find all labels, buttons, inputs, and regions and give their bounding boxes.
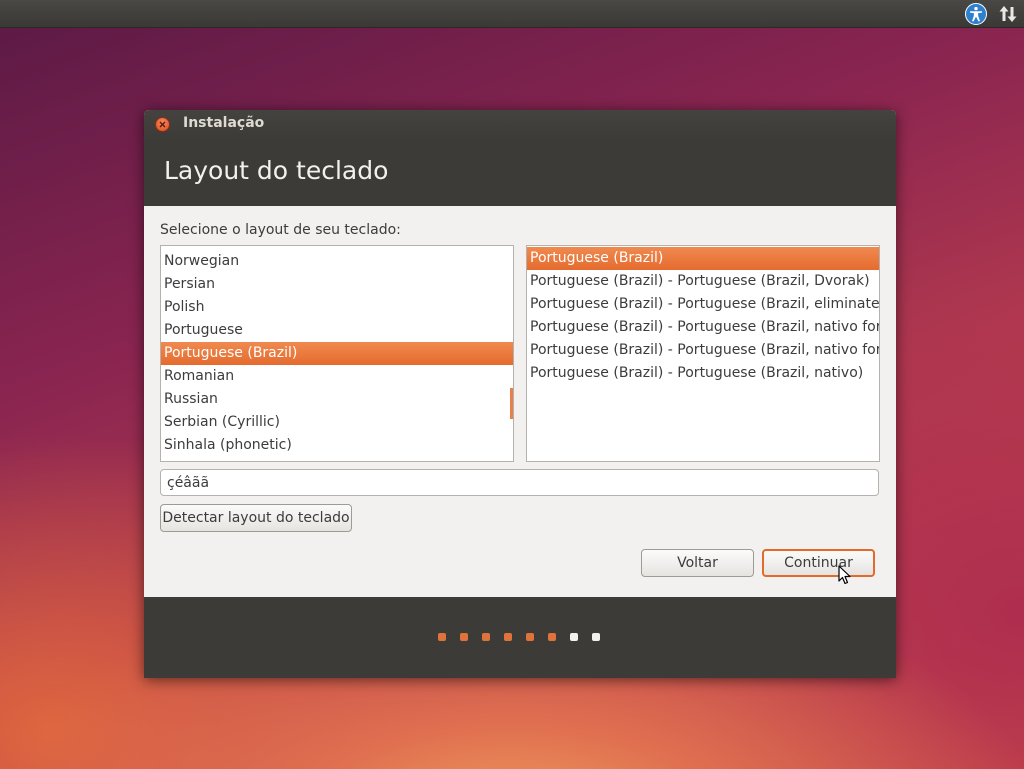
progress-dot <box>482 633 490 641</box>
page-title: Layout do teclado <box>164 156 389 185</box>
layout-list-item[interactable]: Serbian (Cyrillic) <box>161 411 513 434</box>
network-updown-icon[interactable] <box>997 3 1019 25</box>
progress-dot <box>438 633 446 641</box>
progress-dot <box>504 633 512 641</box>
variant-list-item[interactable]: Portuguese (Brazil) - Portuguese (Brazil… <box>527 270 879 293</box>
instruction-label: Selecione o layout de seu teclado: <box>160 222 401 238</box>
top-panel <box>0 0 1024 28</box>
layout-list-scrollbar[interactable] <box>510 388 513 419</box>
progress-dot <box>570 633 578 641</box>
layout-list-item[interactable]: Norwegian <box>161 250 513 273</box>
variant-list-item[interactable]: Portuguese (Brazil) - Portuguese (Brazil… <box>527 362 879 385</box>
layout-list-item[interactable]: Portuguese (Brazil) <box>161 342 513 365</box>
layout-list-item[interactable]: Persian <box>161 273 513 296</box>
variant-list-item[interactable]: Portuguese (Brazil) - Portuguese (Brazil… <box>527 316 879 339</box>
layout-list-item[interactable]: Romanian <box>161 365 513 388</box>
installer-window: Instalação Layout do teclado Selecione o… <box>144 110 896 678</box>
layout-list-item[interactable]: Polish <box>161 296 513 319</box>
variant-list-item[interactable]: Portuguese (Brazil) - Portuguese (Brazil… <box>527 293 879 316</box>
variant-list-item[interactable]: Portuguese (Brazil) <box>527 247 879 270</box>
back-button[interactable]: Voltar <box>641 549 754 577</box>
window-titlebar: Instalação Layout do teclado <box>144 110 896 206</box>
variant-list-item[interactable]: Portuguese (Brazil) - Portuguese (Brazil… <box>527 339 879 362</box>
progress-dot <box>460 633 468 641</box>
progress-dot <box>592 633 600 641</box>
layout-list[interactable]: Norwegian Persian Polish Portuguese Portugue… <box>160 245 514 462</box>
accessibility-icon[interactable] <box>965 3 987 25</box>
progress-dot <box>526 633 534 641</box>
progress-dot <box>548 633 556 641</box>
close-button[interactable] <box>155 117 170 132</box>
detect-layout-button[interactable]: Detectar layout do teclado <box>160 504 352 532</box>
continue-button[interactable]: Continuar <box>762 549 875 577</box>
layout-list-item[interactable]: Russian <box>161 388 513 411</box>
keyboard-test-input[interactable] <box>160 469 879 496</box>
close-icon <box>159 121 166 128</box>
layout-list-item[interactable]: Sinhala (phonetic) <box>161 434 513 457</box>
window-title: Instalação <box>183 115 265 131</box>
variant-list[interactable]: Portuguese (Brazil) Portuguese (Brazil) -… <box>526 245 880 462</box>
progress-footer <box>144 597 896 678</box>
mouse-cursor-icon <box>838 565 851 585</box>
layout-list-item[interactable]: Portuguese <box>161 319 513 342</box>
